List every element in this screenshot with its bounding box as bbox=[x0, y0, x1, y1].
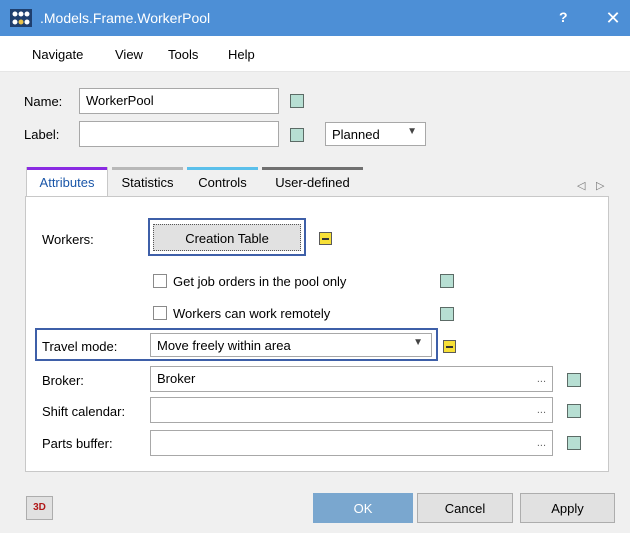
tab-color-bar bbox=[262, 167, 363, 170]
close-button[interactable]: ✕ bbox=[600, 5, 626, 31]
menu-view[interactable]: View bbox=[115, 47, 143, 62]
tab-scroll-left-icon[interactable]: ◁ bbox=[577, 179, 585, 192]
shift-calendar-inheritance-icon[interactable] bbox=[567, 404, 581, 418]
tab-attributes-label: Attributes bbox=[39, 175, 95, 190]
tab-statistics-label: Statistics bbox=[121, 175, 174, 190]
status-value: Planned bbox=[332, 127, 380, 142]
tab-attributes[interactable]: Attributes bbox=[26, 167, 108, 198]
creation-table-button[interactable]: Creation Table bbox=[153, 224, 301, 251]
window-title: .Models.Frame.WorkerPool bbox=[40, 10, 211, 26]
label-label: Label: bbox=[24, 127, 60, 142]
label-input[interactable] bbox=[79, 121, 279, 147]
workers-inherited-icon[interactable] bbox=[319, 232, 332, 245]
tab-color-bar bbox=[27, 167, 107, 170]
chevron-down-icon: ▼ bbox=[407, 126, 417, 137]
travel-mode-combo[interactable]: Move freely within area ▼ bbox=[150, 333, 432, 357]
title-bar: .Models.Frame.WorkerPool ? ✕ bbox=[0, 0, 630, 36]
app-icon bbox=[10, 9, 32, 27]
name-inheritance-icon[interactable] bbox=[290, 94, 304, 108]
travel-mode-label: Travel mode: bbox=[42, 339, 118, 354]
parts-buffer-browse-button[interactable]: ... bbox=[537, 437, 546, 449]
menu-help[interactable]: Help bbox=[228, 47, 255, 62]
workers-label: Workers: bbox=[42, 232, 94, 247]
apply-button[interactable]: Apply bbox=[520, 493, 615, 523]
chevron-down-icon: ▼ bbox=[413, 337, 423, 348]
travel-mode-inherited-icon[interactable] bbox=[443, 340, 456, 353]
menu-navigate[interactable]: Navigate bbox=[32, 47, 83, 62]
parts-buffer-label: Parts buffer: bbox=[42, 436, 113, 451]
tab-color-bar bbox=[187, 167, 258, 170]
name-label: Name: bbox=[24, 94, 63, 109]
help-button[interactable]: ? bbox=[559, 9, 568, 25]
menu-bar: Navigate View Tools Help bbox=[0, 36, 630, 72]
tab-scroll-right-icon[interactable]: ▷ bbox=[596, 179, 604, 192]
parts-buffer-inheritance-icon[interactable] bbox=[567, 436, 581, 450]
broker-browse-button[interactable]: ... bbox=[537, 373, 546, 385]
tab-statistics[interactable]: Statistics bbox=[112, 167, 183, 197]
3d-button[interactable]: 3D bbox=[26, 496, 53, 520]
broker-input[interactable]: Broker ... bbox=[150, 366, 553, 392]
broker-value: Broker bbox=[157, 371, 196, 386]
name-input[interactable]: WorkerPool bbox=[79, 88, 279, 114]
shift-calendar-browse-button[interactable]: ... bbox=[537, 404, 546, 416]
tab-user-defined-label: User-defined bbox=[275, 175, 350, 190]
remote-checkbox[interactable] bbox=[153, 306, 167, 320]
remote-inheritance-icon[interactable] bbox=[440, 307, 454, 321]
pool-only-inheritance-icon[interactable] bbox=[440, 274, 454, 288]
travel-mode-value: Move freely within area bbox=[157, 338, 291, 353]
broker-label: Broker: bbox=[42, 373, 84, 388]
status-combo[interactable]: Planned ▼ bbox=[325, 122, 426, 146]
tab-color-bar bbox=[112, 167, 183, 170]
pool-only-checkbox[interactable] bbox=[153, 274, 167, 288]
parts-buffer-input[interactable]: ... bbox=[150, 430, 553, 456]
cancel-button[interactable]: Cancel bbox=[417, 493, 513, 523]
menu-tools[interactable]: Tools bbox=[168, 47, 198, 62]
pool-only-label: Get job orders in the pool only bbox=[173, 274, 347, 289]
tab-controls[interactable]: Controls bbox=[187, 167, 258, 197]
shift-calendar-label: Shift calendar: bbox=[42, 404, 126, 419]
broker-inheritance-icon[interactable] bbox=[567, 373, 581, 387]
label-inheritance-icon[interactable] bbox=[290, 128, 304, 142]
tab-user-defined[interactable]: User-defined bbox=[262, 167, 363, 197]
tab-controls-label: Controls bbox=[198, 175, 247, 190]
shift-calendar-input[interactable]: ... bbox=[150, 397, 553, 423]
ok-button[interactable]: OK bbox=[313, 493, 413, 523]
remote-label: Workers can work remotely bbox=[173, 306, 331, 321]
